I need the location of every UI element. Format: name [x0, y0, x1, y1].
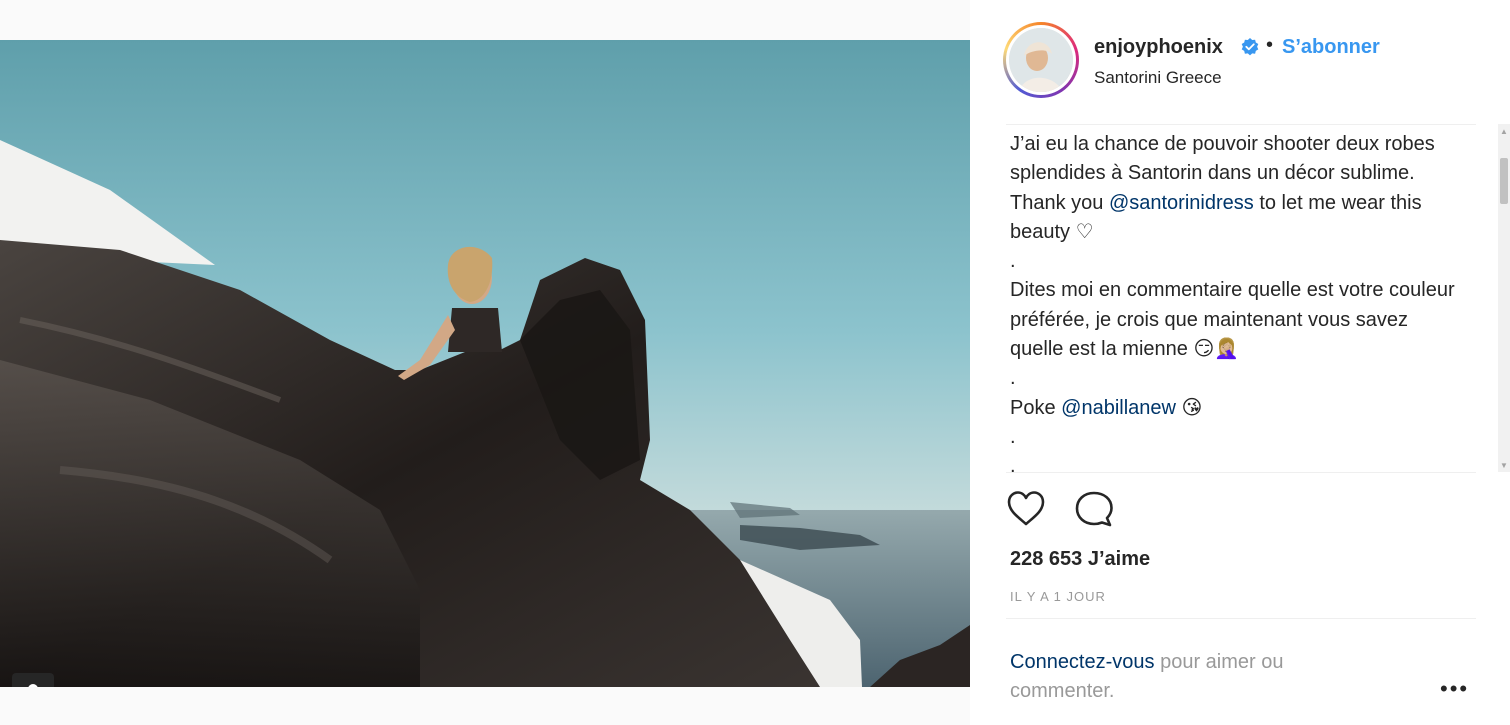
divider [1006, 618, 1476, 619]
likes-count[interactable]: 228 653 J’aime [1010, 548, 1150, 571]
comment-button[interactable] [1074, 490, 1114, 533]
location-link[interactable]: Santorini Greece [1094, 68, 1222, 88]
divider [1006, 124, 1476, 125]
user-tag-icon [28, 684, 38, 687]
header-separator: • [1266, 34, 1274, 56]
avatar[interactable] [1003, 22, 1079, 98]
avatar-image [1009, 28, 1073, 92]
post-sidebar: enjoyphoenix • S’abonner Santorini Greec… [970, 0, 1510, 725]
caption-dot: . [1010, 250, 1016, 273]
caption-dot: . [1010, 425, 1016, 448]
caption-scrollbar[interactable]: ▲ ▼ [1498, 124, 1510, 472]
post-photo[interactable] [0, 40, 970, 687]
caption-paragraph: Dites moi en commentaire quelle est votr… [1010, 279, 1455, 361]
photo-image [0, 40, 970, 687]
mention-link[interactable]: @nabillanew [1061, 397, 1176, 419]
scroll-down-arrow-icon[interactable]: ▼ [1498, 458, 1510, 472]
scroll-thumb[interactable] [1500, 158, 1508, 204]
username-link[interactable]: enjoyphoenix [1094, 36, 1223, 59]
caption-dot: . [1010, 455, 1016, 472]
comment-icon [1075, 491, 1113, 527]
more-options-icon[interactable]: ••• [1440, 676, 1469, 702]
mention-link[interactable]: @santorinidress [1109, 192, 1254, 214]
heart-icon [1007, 491, 1045, 526]
post-timestamp[interactable]: IL Y A 1 JOUR [1010, 589, 1106, 604]
like-button[interactable] [1006, 490, 1046, 533]
login-prompt: Connectez-vous pour aimer ou commenter. [1010, 648, 1340, 706]
avatar-border [1006, 25, 1076, 95]
caption-emoji: 😘 [1175, 396, 1203, 419]
caption-paragraph: Poke @nabillanew 😘 [1010, 394, 1460, 423]
post-header: enjoyphoenix • S’abonner Santorini Greec… [970, 0, 1476, 124]
post-caption: J’ai eu la chance de pouvoir shooter deu… [1010, 130, 1460, 472]
divider [1006, 472, 1476, 473]
caption-text: Poke [1010, 396, 1062, 419]
avatar-photo [1009, 28, 1073, 92]
caption-dot: . [1010, 367, 1016, 390]
verified-icon [1241, 38, 1259, 56]
follow-button[interactable]: S’abonner [1282, 36, 1380, 59]
login-link[interactable]: Connectez-vous [1010, 651, 1155, 673]
scroll-up-arrow-icon[interactable]: ▲ [1498, 124, 1510, 138]
caption-paragraph: J’ai eu la chance de pouvoir shooter deu… [1010, 130, 1460, 247]
user-tag-button[interactable] [12, 673, 54, 687]
